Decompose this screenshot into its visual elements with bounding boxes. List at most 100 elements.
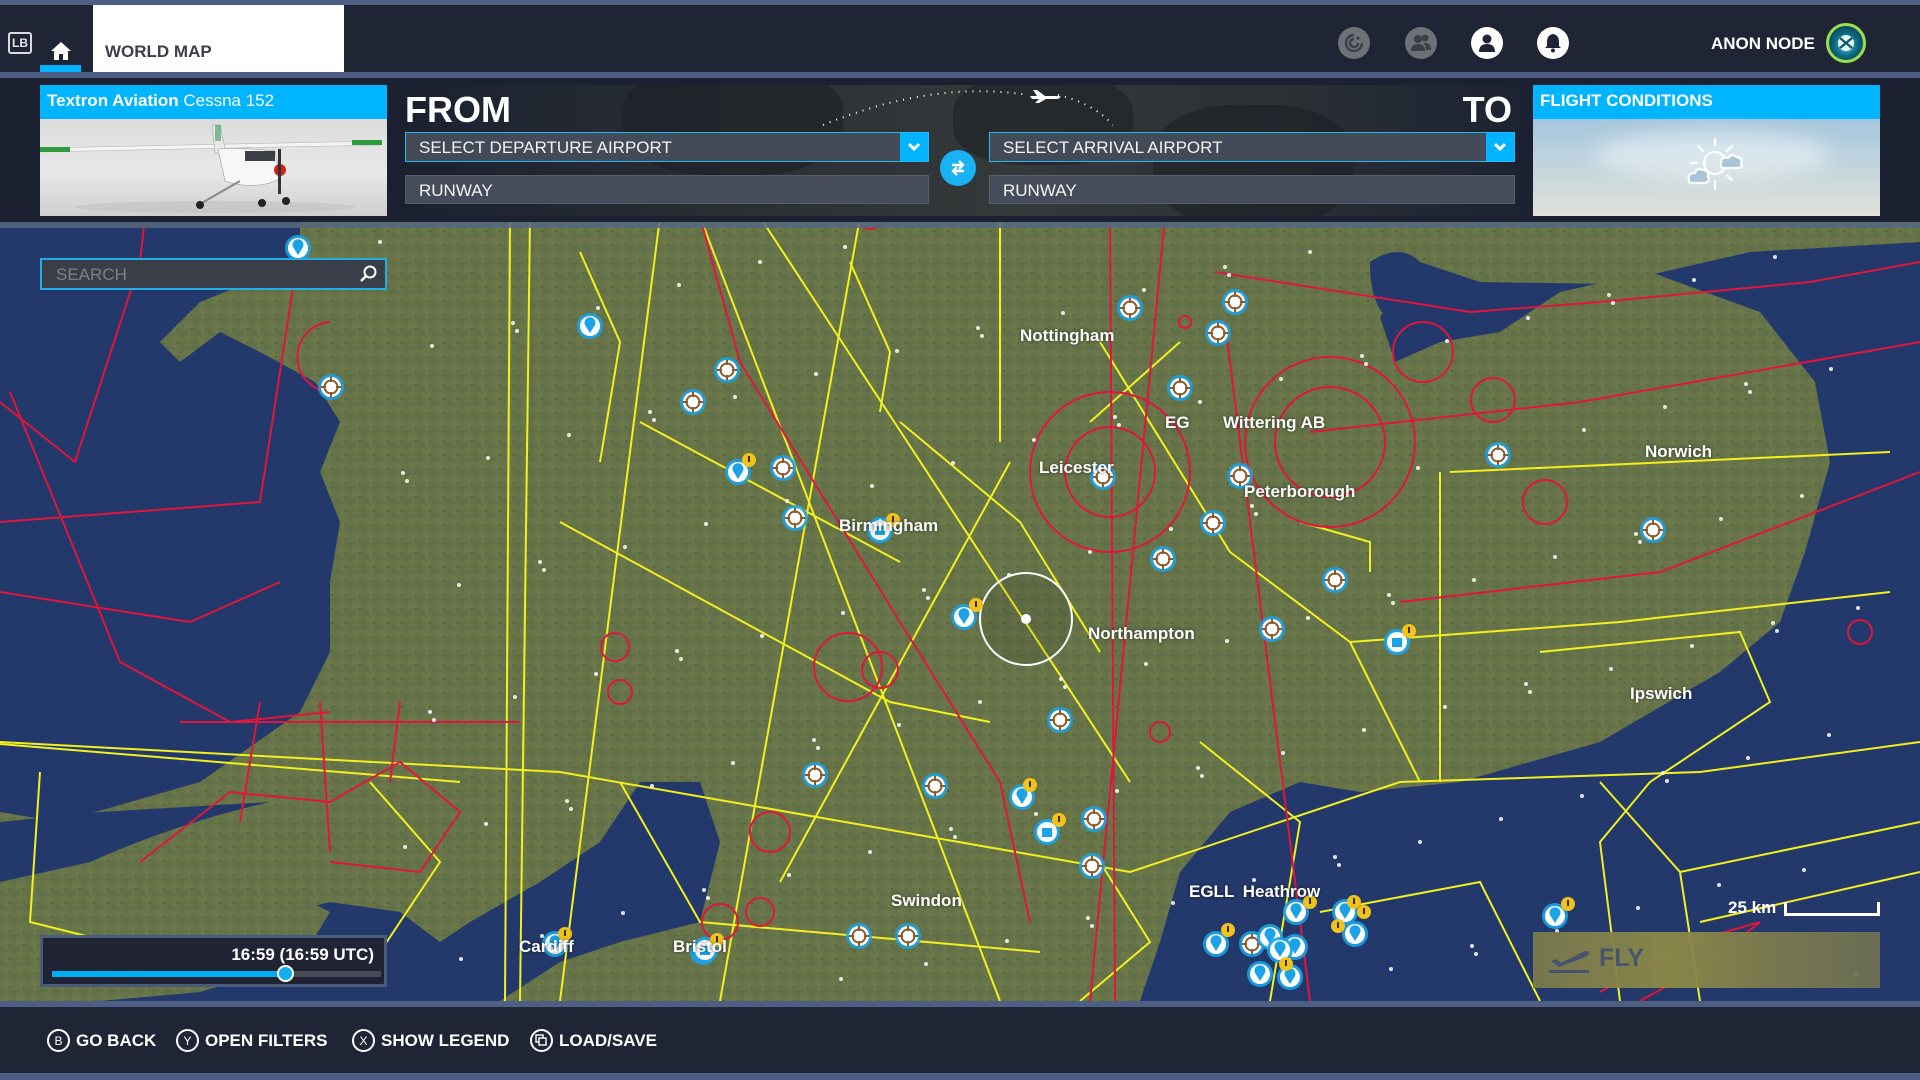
map-city-label: Northampton — [1088, 624, 1195, 643]
town-dot — [1526, 316, 1530, 320]
warning-icon — [1353, 898, 1355, 904]
town-dot — [594, 672, 598, 676]
warning-icon — [1408, 627, 1410, 633]
map-layer[interactable] — [0, 222, 1920, 1001]
town-dot — [1223, 265, 1227, 269]
time-slider[interactable] — [52, 965, 381, 982]
world-map-canvas[interactable] — [0, 222, 1920, 1001]
town-dot — [621, 911, 625, 915]
airport-label[interactable]: EG Wittering AB — [1165, 413, 1325, 433]
town-dot — [1086, 916, 1090, 920]
activity-icon[interactable] — [1338, 27, 1370, 59]
town-dot — [432, 718, 436, 722]
departure-runway-select[interactable]: RUNWAY — [405, 175, 929, 204]
town-dot — [843, 245, 847, 249]
airport-name: Heathrow — [1242, 882, 1321, 901]
town-dot — [978, 700, 982, 704]
map-city-label: Swindon — [891, 891, 962, 910]
arrival-runway-value: RUNWAY — [1003, 181, 1077, 200]
town-dot — [1196, 766, 1200, 770]
town-dot — [1063, 685, 1067, 689]
town-dot — [1661, 771, 1665, 775]
town-dot — [378, 240, 382, 244]
tab-home[interactable] — [40, 5, 81, 72]
swap-airports-button[interactable] — [940, 150, 976, 186]
town-dot — [542, 568, 546, 572]
tab-world-map[interactable]: WORLD MAP — [93, 5, 344, 72]
departure-airport-value: SELECT DEPARTURE AIRPORT — [419, 138, 672, 157]
time-of-day-control: 16:59 (16:59 UTC) — [40, 935, 387, 987]
town-dot — [922, 588, 926, 592]
aircraft-manufacturer: Textron Aviation — [47, 91, 179, 110]
open-filters-button[interactable]: Y OPEN FILTERS — [176, 1029, 327, 1052]
airspace-boundary-restricted — [0, 581, 281, 624]
town-dot — [1744, 382, 1748, 386]
swap-icon — [951, 160, 965, 176]
show-legend-label: SHOW LEGEND — [381, 1030, 510, 1050]
aircraft-model: Cessna 152 — [183, 91, 275, 110]
time-slider-thumb[interactable] — [276, 965, 294, 982]
friends-icon[interactable] — [1405, 27, 1437, 59]
flight-conditions-card[interactable]: FLIGHT CONDITIONS — [1533, 85, 1880, 216]
town-dot — [1474, 952, 1478, 956]
chevron-down-icon[interactable] — [900, 133, 928, 161]
arrival-runway-select[interactable]: RUNWAY — [989, 175, 1515, 204]
search-input[interactable] — [56, 264, 346, 286]
town-dot — [1580, 794, 1584, 798]
town-dot — [733, 395, 737, 399]
go-back-button[interactable]: B GO BACK — [47, 1029, 156, 1052]
profile-icon[interactable] — [1471, 27, 1503, 59]
map-search[interactable] — [40, 258, 387, 290]
town-dot — [1418, 840, 1422, 844]
airport-icao: EGLL — [1189, 882, 1235, 901]
town-dot — [1856, 606, 1860, 610]
town-dot — [457, 583, 461, 587]
town-dot — [1034, 812, 1038, 816]
aircraft-selection-card[interactable]: Textron Aviation Cessna 152 — [40, 85, 387, 216]
departure-airport-select[interactable]: SELECT DEPARTURE AIRPORT — [405, 132, 929, 162]
fly-label: FLY — [1599, 944, 1644, 972]
town-dot — [841, 611, 845, 615]
show-legend-button[interactable]: X SHOW LEGEND — [352, 1029, 509, 1052]
avatar[interactable] — [1826, 23, 1866, 63]
map-city-label: Birmingham — [839, 516, 939, 535]
lb-bumper-icon[interactable]: LB — [8, 32, 32, 54]
map-city-label: Ipswich — [1630, 684, 1693, 703]
map-city-label: Nottingham — [1020, 326, 1115, 345]
chevron-down-icon[interactable] — [1486, 133, 1514, 161]
route-arc-decoration — [822, 90, 1113, 126]
partly-cloudy-icon — [1687, 137, 1743, 191]
town-dot — [1746, 756, 1750, 760]
load-save-button[interactable]: LOAD/SAVE — [530, 1029, 657, 1052]
time-slider-fill — [52, 971, 285, 977]
town-dot — [1611, 301, 1615, 305]
town-dot — [1829, 367, 1833, 371]
town-dot — [1638, 540, 1642, 544]
departure-runway-value: RUNWAY — [419, 181, 493, 200]
town-dot — [1333, 855, 1337, 859]
town-dot — [1692, 278, 1696, 282]
notifications-icon[interactable] — [1537, 27, 1569, 59]
town-dot — [1337, 863, 1341, 867]
airport-label[interactable]: EGLL Heathrow — [1189, 882, 1320, 902]
town-dot — [1308, 250, 1312, 254]
town-dot — [1636, 906, 1640, 910]
map-scale-label: 25 km — [1728, 898, 1777, 917]
town-dot — [785, 499, 789, 503]
town-dot — [403, 845, 407, 849]
town-dot — [1005, 939, 1009, 943]
town-dot — [569, 807, 573, 811]
home-icon — [51, 42, 71, 60]
town-dot — [1800, 494, 1804, 498]
town-dot — [816, 746, 820, 750]
search-icon[interactable] — [359, 265, 377, 283]
arrival-airport-select[interactable]: SELECT ARRIVAL AIRPORT — [989, 132, 1515, 162]
town-dot — [1389, 967, 1393, 971]
fly-button[interactable]: FLY — [1533, 932, 1880, 988]
takeoff-icon — [1549, 951, 1589, 973]
town-dot — [1360, 354, 1364, 358]
town-dot — [675, 649, 679, 653]
warning-icon — [564, 930, 566, 936]
town-dot — [924, 962, 928, 966]
load-save-label: LOAD/SAVE — [559, 1030, 657, 1050]
